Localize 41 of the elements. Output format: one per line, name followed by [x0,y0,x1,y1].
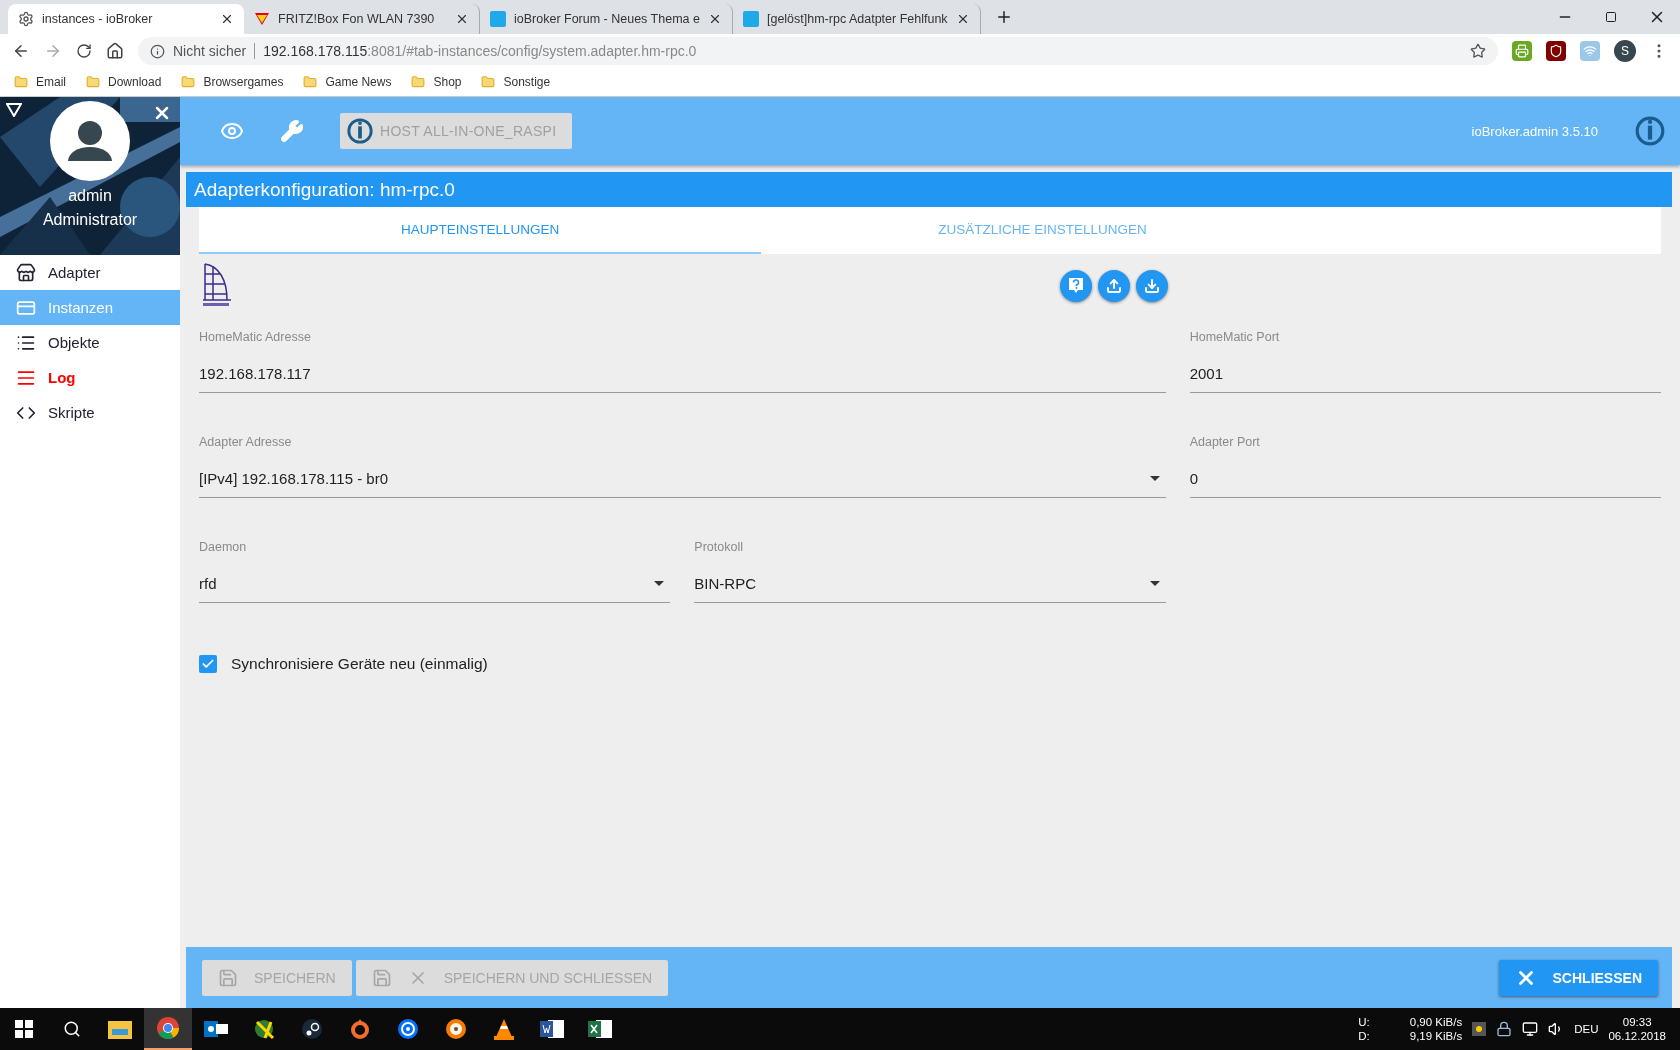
bookmark[interactable]: Download [86,75,162,89]
download-rate: 9,19 KiB/s [1409,1029,1463,1043]
dialog-title: Adapterkonfiguration: hm-rpc.0 [186,172,1672,207]
bookmark[interactable]: Sonstige [481,75,551,89]
profile-avatar[interactable]: S [1614,40,1636,62]
select-field[interactable]: BIN-RPC [694,564,1166,603]
browser-tab[interactable]: ioBroker Forum - Neues Thema e [480,4,733,34]
address-bar[interactable]: Nicht sicher 192.168.178.115:8081/#tab-instances/config/system.adapter.hm-rpc.0 [138,37,1498,65]
browser-tab[interactable]: instances - ioBroker [8,4,244,34]
field-label: Adapter Port [1189,435,1261,451]
upload-label: U: [1358,1015,1370,1029]
sidebar-item[interactable]: Objekte [0,325,180,360]
select-field[interactable]: [IPv4] 192.168.178.115 - br0 [199,459,1166,498]
bookmark[interactable]: Browsergames [181,75,284,89]
browser-tab[interactable]: [gelöst]hm-rpc Adatpter Fehlfunk [732,4,981,34]
field-label: HomeMatic Adresse [199,330,312,346]
language-indicator[interactable]: DEU [1574,1023,1599,1035]
url-text: 192.168.178.115:8081/#tab-instances/config/system.adapter.hm-rpc.0 [263,43,697,59]
user-name: admin [68,187,112,205]
bookmark[interactable]: Shop [411,75,462,89]
select-field[interactable]: rfd [199,564,671,603]
version-label: ioBroker.admin 3.5.10 [1471,123,1598,139]
input-field[interactable]: 2001 [1189,354,1661,393]
field-label: Adapter Adresse [199,435,293,451]
download-label: D: [1358,1029,1370,1043]
sidebar-item[interactable]: Skripte [0,395,180,430]
bookmark[interactable]: Email [14,75,66,89]
field-label: HomeMatic Port [1189,330,1281,346]
user-role: Administrator [42,211,138,229]
field-label: Daemon [199,540,248,556]
sidebar-item[interactable]: Log [0,360,180,395]
field-label: Protokoll [694,540,744,556]
clock[interactable]: 09:33 06.12.2018 [1608,1015,1666,1043]
input-field[interactable]: 192.168.178.117 [199,354,1166,393]
checkbox-label: Synchronisiere Geräte neu (einmalig) [231,655,488,673]
browser-tab[interactable]: FRITZ!Box Fon WLAN 7390 [244,4,480,34]
security-label: Nicht sicher [173,43,256,59]
bookmark[interactable]: Game News [303,75,392,89]
sidebar-item[interactable]: Adapter [0,255,180,290]
upload-rate: 0,90 KiB/s [1409,1015,1463,1029]
input-field[interactable]: 0 [1189,459,1661,498]
